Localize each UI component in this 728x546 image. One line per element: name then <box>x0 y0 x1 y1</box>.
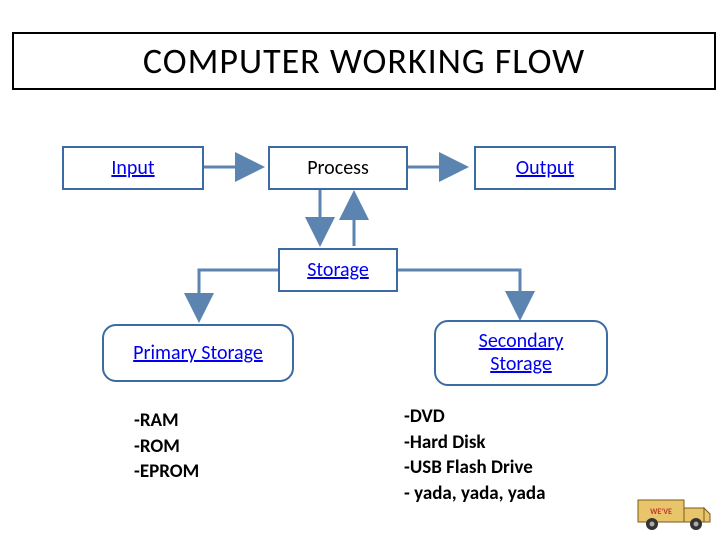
node-process: Process <box>268 146 408 190</box>
moving-truck-icon: WE'VE <box>636 486 716 534</box>
page-title: COMPUTER WORKING FLOW <box>143 39 585 83</box>
node-output[interactable]: Output <box>474 146 616 190</box>
title-container: COMPUTER WORKING FLOW <box>12 32 716 90</box>
list-item: yada, yada, yada <box>404 481 546 507</box>
list-item: ROM <box>134 434 199 460</box>
list-item: EPROM <box>134 459 199 485</box>
truck-label: WE'VE <box>650 507 672 517</box>
list-item: DVD <box>404 404 546 430</box>
list-item: RAM <box>134 408 199 434</box>
node-storage[interactable]: Storage <box>278 248 398 292</box>
secondary-list: DVD Hard Disk USB Flash Drive yada, yada… <box>404 404 546 507</box>
list-item: USB Flash Drive <box>404 455 546 481</box>
node-secondary-storage[interactable]: Secondary Storage <box>434 320 608 386</box>
primary-list: RAM ROM EPROM <box>134 408 199 485</box>
node-primary-storage[interactable]: Primary Storage <box>102 324 294 382</box>
node-input[interactable]: Input <box>62 146 204 190</box>
list-item: Hard Disk <box>404 430 546 456</box>
